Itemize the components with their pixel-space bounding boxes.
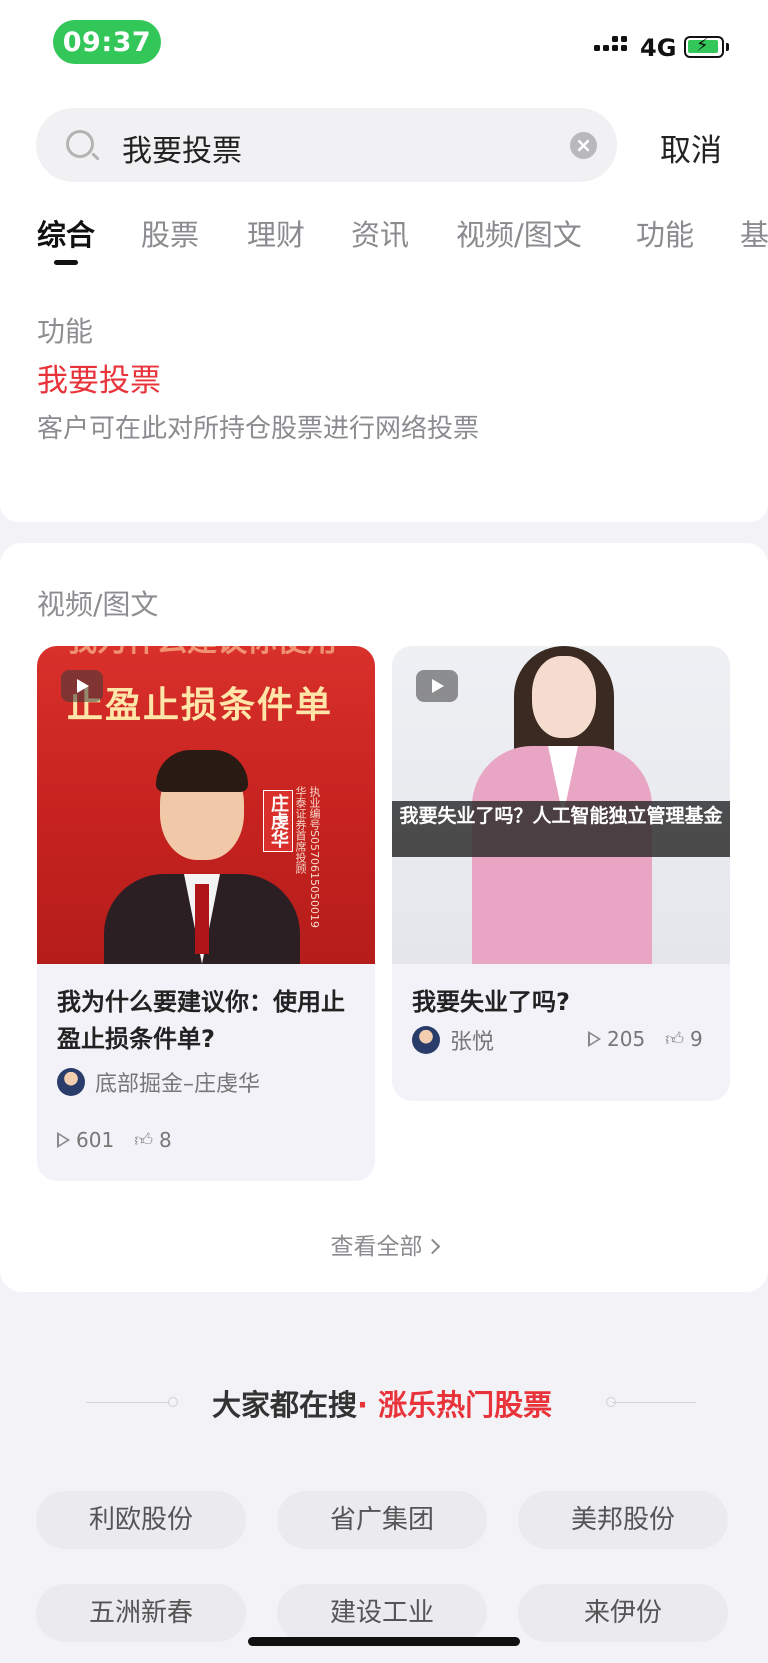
hot-stocks-header: 大家都在搜· 涨乐热门股票 xyxy=(0,1382,768,1426)
hot-stock-chip[interactable]: 建设工业 xyxy=(277,1584,487,1642)
hot-stock-chip[interactable]: 利欧股份 xyxy=(36,1491,246,1549)
active-tab-indicator xyxy=(54,260,78,265)
presenter-credentials: 执业编号S0570615050019 华泰证券首席投顾 xyxy=(294,786,321,928)
play-count-icon xyxy=(588,1031,601,1047)
function-result-title[interactable]: 我要投票 xyxy=(37,355,161,400)
like-icon: 👍︎ xyxy=(665,1029,684,1050)
battery-icon: ⚡ xyxy=(684,35,729,58)
hot-title-accent: · 涨乐热门股票 xyxy=(357,1388,553,1422)
status-time: 09:37 xyxy=(53,20,161,64)
home-indicator[interactable] xyxy=(248,1637,520,1646)
tab-function[interactable]: 功能 xyxy=(636,212,694,254)
video-author: 底部掘金–庄虔华 xyxy=(57,1066,260,1098)
hot-stocks-title: 大家都在搜· 涨乐热门股票 xyxy=(212,1382,552,1424)
cancel-button[interactable]: 取消 xyxy=(660,125,722,170)
video-thumbnail: 我要失业了吗？人工智能独立管理基金 xyxy=(392,646,730,964)
search-query[interactable]: 我要投票 xyxy=(122,126,242,170)
network-type: 4G xyxy=(640,34,677,62)
presenter-image xyxy=(104,750,300,964)
video-card[interactable]: 我为什么建议你使用 止盈止损条件单 庄虔华 执业编号S0570615050019… xyxy=(37,646,375,1181)
hot-stock-chip[interactable]: 省广集团 xyxy=(277,1491,487,1549)
status-bar: 09:37 4G ⚡ xyxy=(0,0,768,90)
video-thumbnail: 我为什么建议你使用 止盈止损条件单 庄虔华 执业编号S0570615050019… xyxy=(37,646,375,964)
presenter-name-tag: 庄虔华 xyxy=(263,790,293,852)
tab-wealth[interactable]: 理财 xyxy=(247,212,305,254)
play-count-icon xyxy=(57,1132,70,1148)
view-all-link[interactable]: 查看全部 xyxy=(0,1227,768,1261)
avatar xyxy=(57,1068,85,1096)
search-icon xyxy=(66,130,94,158)
play-icon xyxy=(416,670,458,702)
function-result-description: 客户可在此对所持仓股票进行网络投票 xyxy=(37,414,480,444)
clear-icon[interactable]: × xyxy=(570,132,597,159)
hot-stock-chip[interactable]: 五洲新春 xyxy=(36,1584,246,1642)
view-all-label: 查看全部 xyxy=(330,1234,423,1260)
tab-fund[interactable]: 基 xyxy=(740,212,768,254)
hot-stock-chip[interactable]: 美邦股份 xyxy=(518,1491,728,1549)
play-icon xyxy=(61,670,103,702)
video-title: 我为什么要建议你：使用止盈止损条件单? xyxy=(57,988,345,1053)
tab-stocks[interactable]: 股票 xyxy=(141,212,199,254)
video-title: 我要失业了吗? xyxy=(412,988,570,1016)
video-section-heading: 视频/图文 xyxy=(37,588,159,621)
play-count: 601 xyxy=(76,1128,115,1152)
avatar xyxy=(412,1026,440,1054)
divider xyxy=(612,1402,696,1403)
function-section-heading: 功能 xyxy=(37,315,94,348)
play-count: 205 xyxy=(607,1027,646,1051)
video-card[interactable]: 我要失业了吗？人工智能独立管理基金 我要失业了吗? 张悦 205 👍︎ 9 xyxy=(392,646,730,1101)
hot-stock-chip[interactable]: 来伊份 xyxy=(518,1584,728,1642)
video-author: 张悦 xyxy=(412,1024,494,1056)
author-name: 底部掘金–庄虔华 xyxy=(95,1072,261,1097)
thumbnail-top-text: 我为什么建议你使用 xyxy=(67,646,337,660)
author-name: 张悦 xyxy=(450,1030,495,1055)
divider xyxy=(86,1402,170,1403)
chevron-right-icon xyxy=(424,1238,440,1255)
tab-all[interactable]: 综合 xyxy=(37,212,95,254)
hot-title-prefix: 大家都在搜 xyxy=(212,1388,358,1422)
tab-news[interactable]: 资讯 xyxy=(351,212,409,254)
video-stats: 601 👍︎ 8 xyxy=(57,1128,172,1152)
search-results-top: 我要投票 × 取消 综合 股票 理财 资讯 视频/图文 功能 基 功能 我要投票… xyxy=(0,90,768,522)
video-section: 视频/图文 我为什么建议你使用 止盈止损条件单 庄虔华 执业编号S0570615… xyxy=(0,543,768,1292)
like-count: 8 xyxy=(159,1128,172,1152)
thumbnail-caption: 止盈止损条件单 xyxy=(67,684,334,726)
thumbnail-caption: 我要失业了吗？人工智能独立管理基金 xyxy=(399,805,723,827)
divider-dot xyxy=(168,1397,178,1407)
search-input[interactable]: 我要投票 × xyxy=(36,108,617,182)
tab-video[interactable]: 视频/图文 xyxy=(456,212,582,254)
like-count: 9 xyxy=(690,1027,703,1051)
result-tabs: 综合 股票 理财 资讯 视频/图文 功能 基 xyxy=(0,212,768,272)
video-stats: 205 👍︎ 9 xyxy=(588,1027,703,1051)
signal-icon xyxy=(594,36,627,51)
like-icon: 👍︎ xyxy=(134,1130,153,1151)
